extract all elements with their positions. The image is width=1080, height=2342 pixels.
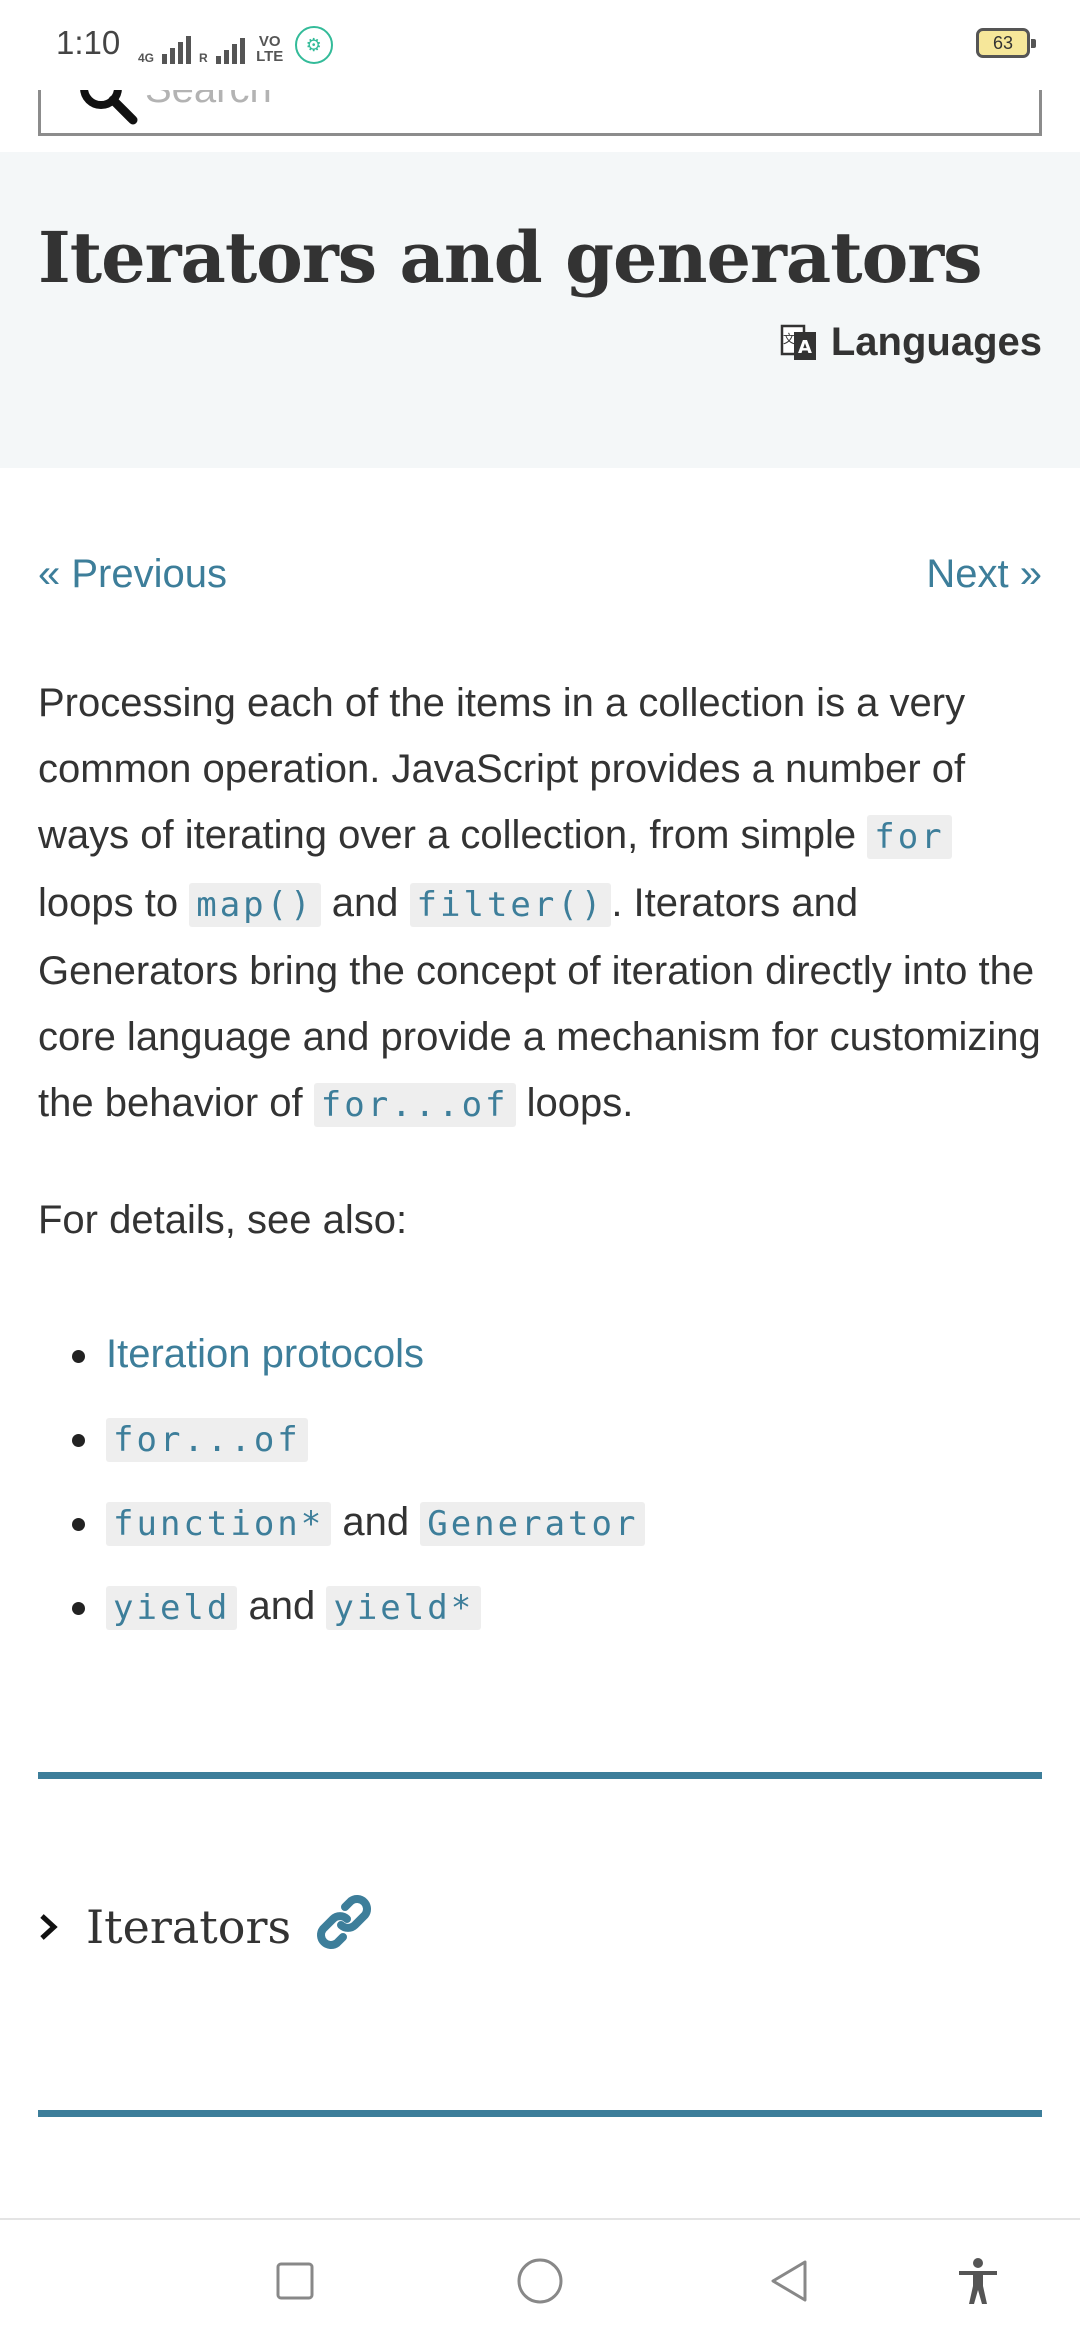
- code-yield: yield: [106, 1586, 238, 1630]
- and-text: and: [248, 1584, 316, 1628]
- app-notification-icon: ⚙: [294, 26, 333, 64]
- list-item: Iteration protocols: [71, 1318, 645, 1402]
- yield-link[interactable]: yield: [106, 1584, 238, 1630]
- signal-icon-2: [215, 34, 245, 64]
- code-generator: Generator: [420, 1502, 646, 1546]
- status-icons: 4G R VO LTE ⚙: [138, 26, 333, 64]
- page-header: Iterators and generators A 文 Languages: [0, 152, 1080, 468]
- battery-level: 63: [992, 32, 1014, 53]
- next-link[interactable]: Next »: [926, 552, 1042, 597]
- section-iterators-toggle[interactable]: Iterators: [38, 1895, 373, 1954]
- list-item: yield and yield*: [71, 1570, 645, 1654]
- page-title: Iterators and generators: [38, 216, 983, 299]
- battery-icon: 63: [976, 28, 1036, 58]
- recent-apps-icon[interactable]: [270, 2256, 320, 2306]
- generator-link[interactable]: Generator: [420, 1500, 646, 1546]
- yield-star-link[interactable]: yield*: [326, 1584, 482, 1630]
- status-time: 1:10: [56, 24, 121, 61]
- details-label: For details, see also:: [38, 1198, 408, 1242]
- iteration-protocols-link[interactable]: Iteration protocols: [106, 1332, 424, 1376]
- see-also-list: Iteration protocols for...of function* a…: [71, 1318, 646, 1654]
- code-yield-star: yield*: [326, 1586, 482, 1630]
- signal-icon: [162, 34, 192, 64]
- link-icon[interactable]: [315, 1893, 373, 1951]
- chevron-right-icon: [40, 1914, 58, 1940]
- section-divider: [38, 2110, 1042, 2117]
- section-divider: [38, 1772, 1042, 1779]
- code-filter: filter(): [409, 883, 612, 927]
- code-for-of-link: for...of: [106, 1418, 308, 1462]
- intro-paragraph: Processing each of the items in a collec…: [38, 670, 1048, 1138]
- svg-text:A: A: [798, 337, 812, 358]
- back-icon[interactable]: [765, 2256, 815, 2306]
- home-icon[interactable]: [515, 2256, 565, 2306]
- code-for: for: [867, 815, 952, 859]
- intro-text-2: loops to: [38, 881, 190, 925]
- section-title: Iterators: [86, 1900, 292, 1954]
- accessibility-icon[interactable]: [953, 2256, 1003, 2306]
- for-of-link[interactable]: for...of: [106, 1416, 308, 1462]
- svg-text:文: 文: [783, 331, 795, 346]
- intro-text-5: loops.: [515, 1081, 634, 1125]
- languages-label: Languages: [830, 320, 1042, 364]
- network-type-label: 4G: [138, 51, 155, 65]
- code-for-of: for...of: [313, 1083, 516, 1127]
- languages-button[interactable]: A 文 Languages: [779, 320, 1042, 365]
- system-nav-bar: [0, 2218, 1080, 2342]
- volte-label: VO LTE: [256, 33, 284, 65]
- language-icon: A 文: [780, 324, 816, 360]
- intro-text-3: and: [320, 881, 410, 925]
- list-item: function* and Generator: [71, 1486, 646, 1570]
- previous-link[interactable]: « Previous: [38, 552, 227, 597]
- roaming-label: R: [199, 51, 208, 65]
- code-function-star: function*: [106, 1502, 332, 1546]
- function-star-link[interactable]: function*: [106, 1500, 332, 1546]
- list-item: for...of: [71, 1402, 645, 1486]
- intro-text-1: Processing each of the items in a collec…: [38, 681, 966, 857]
- code-map: map(): [189, 883, 321, 927]
- and-text: and: [342, 1500, 410, 1544]
- status-bar: 1:10 4G R VO LTE ⚙ 63: [0, 0, 1080, 90]
